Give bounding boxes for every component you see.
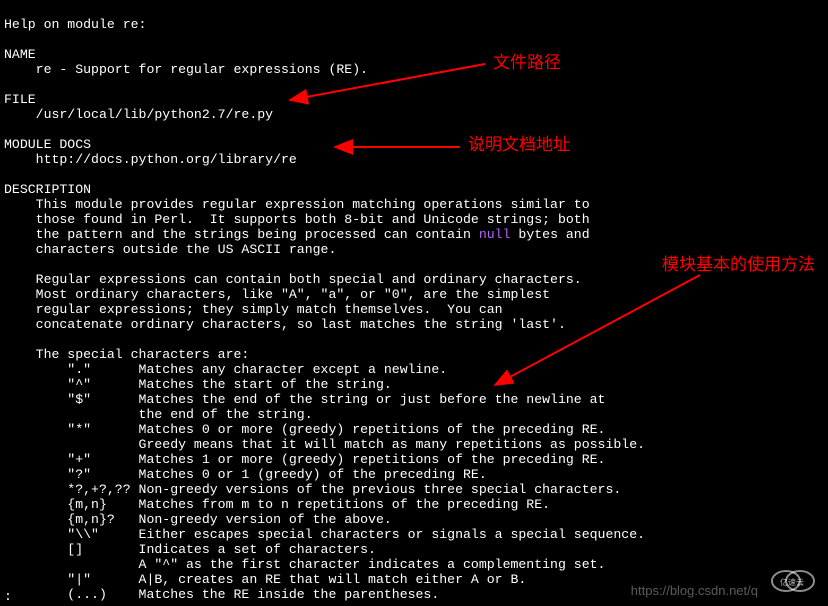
file-section-text: /usr/local/lib/python2.7/re.py (36, 107, 273, 122)
pager-prompt[interactable]: : (4, 589, 12, 604)
special-caret: "^" Matches the start of the string. (36, 377, 392, 392)
special-dollar-b: the end of the string. (36, 407, 313, 422)
special-star-b: Greedy means that it will match as many … (36, 437, 645, 452)
special-qmark: "?" Matches 0 or 1 (greedy) of the prece… (36, 467, 487, 482)
name-section-text: re - Support for regular expressions (RE… (36, 62, 368, 77)
special-nongreedy: *?,+?,?? Non-greedy versions of the prev… (36, 482, 622, 497)
file-section-title: FILE (4, 92, 36, 107)
desc-para1-l3b: bytes and (511, 227, 590, 242)
docs-section-url: http://docs.python.org/library/re (36, 152, 297, 167)
special-parens: (...) Matches the RE inside the parenthe… (36, 587, 440, 602)
docs-section-title: MODULE DOCS (4, 137, 91, 152)
desc-para1-l2: those found in Perl. It supports both 8-… (36, 212, 590, 227)
desc-para1-l1: This module provides regular expression … (36, 197, 590, 212)
desc-null-keyword: null (479, 227, 511, 242)
desc-para1-l4: characters outside the US ASCII range. (36, 242, 337, 257)
special-brackets: [] Indicates a set of characters. (36, 542, 376, 557)
special-star-a: "*" Matches 0 or more (greedy) repetitio… (36, 422, 606, 437)
special-dollar-a: "$" Matches the end of the string or jus… (36, 392, 606, 407)
name-section-title: NAME (4, 47, 36, 62)
special-pipe: "|" A|B, creates an RE that will match e… (36, 572, 527, 587)
help-header: Help on module re: (4, 17, 146, 32)
special-mnq: {m,n}? Non-greedy version of the above. (36, 512, 392, 527)
desc-para1-l3a: the pattern and the strings being proces… (36, 227, 479, 242)
desc-para2-l4: concatenate ordinary characters, so last… (36, 317, 566, 332)
desc-para2-l1: Regular expressions can contain both spe… (36, 272, 582, 287)
desc-para2-l3: regular expressions; they simply match t… (36, 302, 503, 317)
desc-para2-l2: Most ordinary characters, like "A", "a",… (36, 287, 550, 302)
terminal-output: Help on module re: NAME re - Support for… (0, 0, 828, 604)
special-mn: {m,n} Matches from m to n repetitions of… (36, 497, 550, 512)
special-brackets-2: A "^" as the first character indicates a… (36, 557, 606, 572)
specials-header: The special characters are: (36, 347, 250, 362)
special-plus: "+" Matches 1 or more (greedy) repetitio… (36, 452, 606, 467)
special-dot: "." Matches any character except a newli… (36, 362, 448, 377)
desc-section-title: DESCRIPTION (4, 182, 91, 197)
special-backslash: "\\" Either escapes special characters o… (36, 527, 645, 542)
